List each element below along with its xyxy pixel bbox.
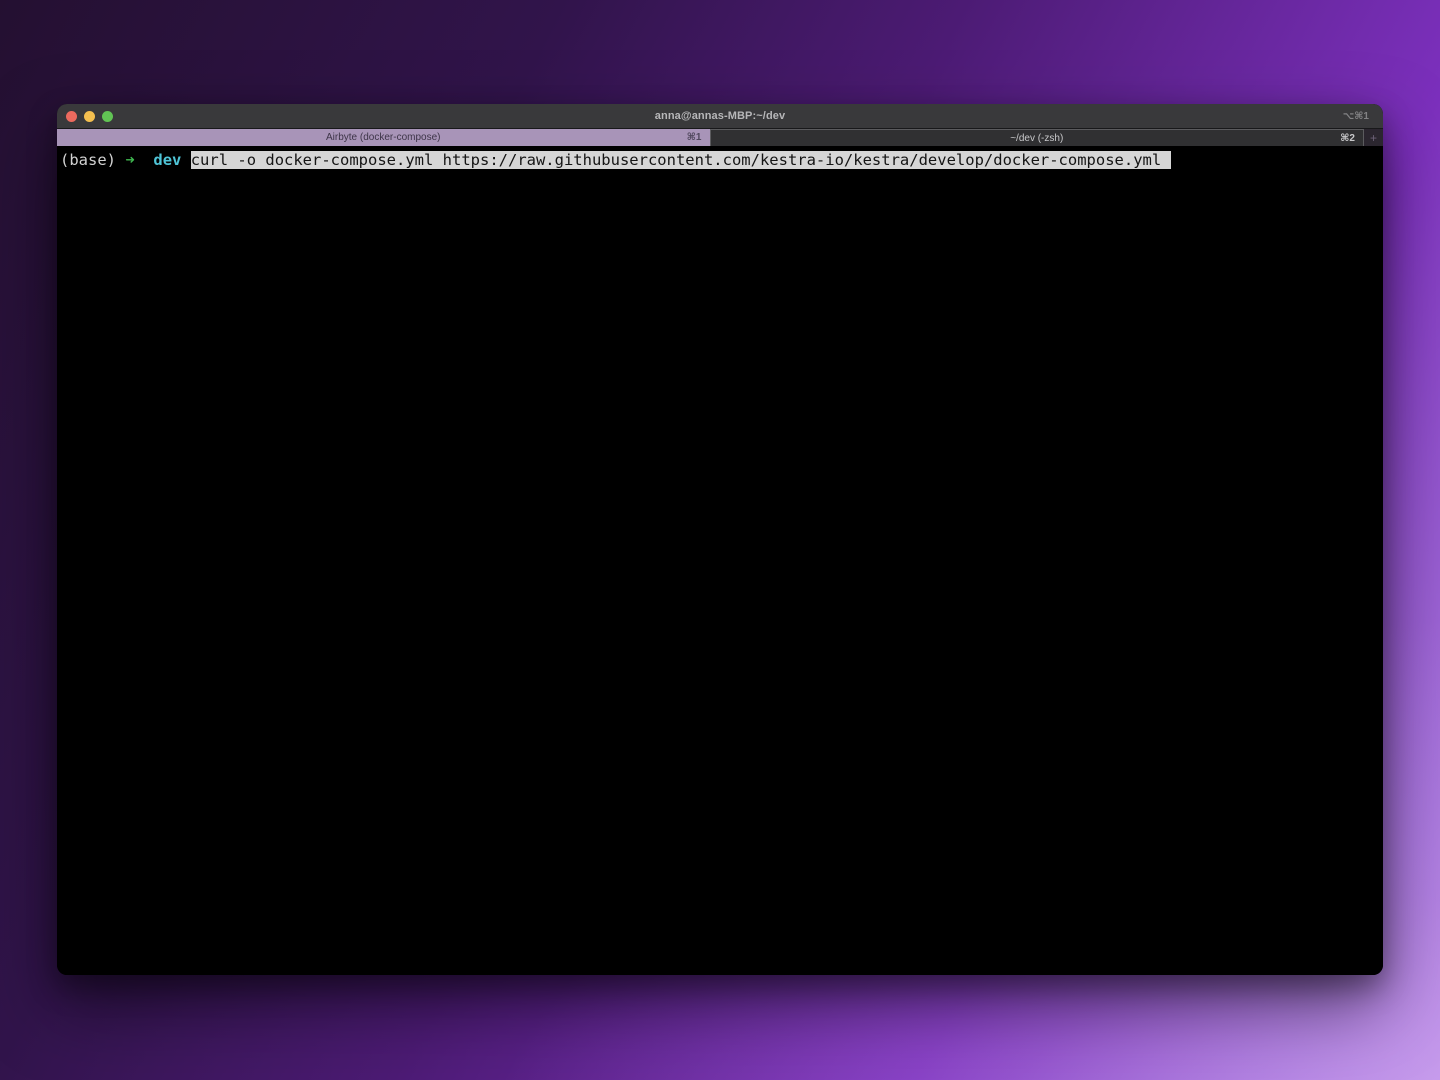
- close-button-icon[interactable]: [66, 111, 77, 122]
- tab-label: Airbyte (docker-compose): [57, 132, 710, 143]
- tab-label: ~/dev (-zsh): [711, 133, 1364, 144]
- command-text: curl -o docker-compose.yml https://raw.g…: [191, 151, 1162, 169]
- window-titlebar[interactable]: anna@annas-MBP:~/dev ⌥⌘1: [57, 104, 1383, 128]
- new-tab-button[interactable]: +: [1364, 129, 1383, 146]
- window-shortcut-hint: ⌥⌘1: [1343, 104, 1369, 128]
- prompt-spacer: [135, 151, 154, 169]
- prompt-spacer: [116, 151, 125, 169]
- tab-shortcut-hint: ⌘1: [687, 132, 702, 143]
- minimize-button-icon[interactable]: [84, 111, 95, 122]
- selected-command-text[interactable]: curl -o docker-compose.yml https://raw.g…: [191, 151, 1171, 169]
- desktop-background: anna@annas-MBP:~/dev ⌥⌘1 Airbyte (docker…: [0, 0, 1440, 1080]
- tab-dev-zsh[interactable]: ~/dev (-zsh) ⌘2: [710, 129, 1365, 146]
- terminal-content[interactable]: (base) ➜ dev curl -o docker-compose.yml …: [57, 146, 1383, 975]
- prompt-spacer: [181, 151, 190, 169]
- tab-airbyte-docker-compose[interactable]: Airbyte (docker-compose) ⌘1: [57, 129, 710, 146]
- terminal-window: anna@annas-MBP:~/dev ⌥⌘1 Airbyte (docker…: [57, 104, 1383, 975]
- cursor-block: [1161, 151, 1170, 169]
- plus-icon: +: [1370, 132, 1377, 144]
- traffic-lights: [66, 104, 113, 128]
- prompt-cwd: dev: [153, 151, 181, 169]
- tab-shortcut-hint: ⌘2: [1340, 133, 1355, 144]
- tab-bar: Airbyte (docker-compose) ⌘1 ~/dev (-zsh)…: [57, 128, 1383, 146]
- prompt-arrow-icon: ➜: [125, 151, 134, 169]
- window-title: anna@annas-MBP:~/dev: [57, 110, 1383, 122]
- conda-env-label: (base): [60, 151, 116, 169]
- zoom-button-icon[interactable]: [102, 111, 113, 122]
- prompt-line: (base) ➜ dev curl -o docker-compose.yml …: [60, 149, 1380, 171]
